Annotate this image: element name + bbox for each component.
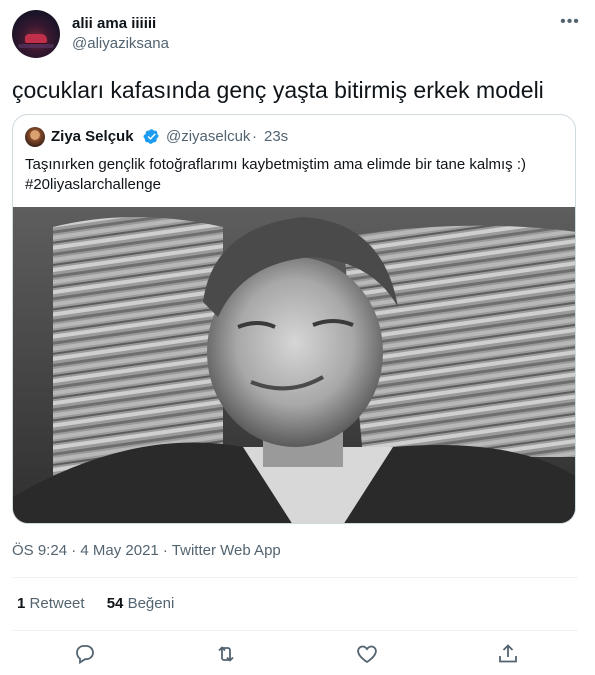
reply-icon[interactable] [73, 642, 97, 666]
retweet-count: 1 [17, 595, 26, 612]
tweet-stats: 1 Retweet 54 Beğeni [17, 594, 192, 614]
divider-bottom [12, 630, 578, 631]
verified-badge-icon [143, 129, 159, 144]
author-avatar[interactable] [12, 10, 60, 58]
author-handle[interactable]: @aliyaziksana [72, 35, 169, 53]
quoted-timestamp: 23s [264, 128, 289, 145]
quoted-separator: · [252, 128, 257, 145]
retweet-icon[interactable] [214, 642, 238, 666]
divider-top [12, 577, 578, 578]
quoted-display-name: Ziya Selçuk [51, 128, 134, 145]
tweet-text: çocukları kafasında genç yaşta bitirmiş … [12, 77, 544, 103]
like-stat[interactable]: 54 Beğeni [107, 595, 175, 612]
more-icon[interactable]: ••• [558, 14, 582, 30]
retweet-label: Retweet [29, 595, 85, 612]
retweet-stat[interactable]: 1 Retweet [17, 595, 85, 612]
quoted-tweet[interactable]: Ziya Selçuk @ziyaselcuk · 23s Taşınırken… [12, 114, 576, 524]
quoted-handle: @ziyaselcuk [166, 128, 251, 145]
avatar-car-image [25, 34, 47, 43]
like-count: 54 [106, 595, 124, 612]
share-icon[interactable] [496, 642, 520, 666]
author-display-name[interactable]: alii ama iiiiii [72, 15, 156, 33]
quoted-hashtag[interactable]: #20liyaslarchallenge [25, 175, 161, 195]
like-icon[interactable] [355, 642, 379, 666]
action-bar [0, 642, 595, 670]
quoted-text: Taşınırken gençlik fotoğraflarımı kaybet… [25, 156, 527, 173]
like-label: Beğeni [127, 595, 175, 612]
quoted-photo[interactable] [13, 207, 576, 524]
avatar-background [18, 44, 54, 48]
quoted-avatar [25, 127, 45, 147]
tweet-metadata: ÖS 9:24 · 4 May 2021 · Twitter Web App [12, 542, 281, 559]
